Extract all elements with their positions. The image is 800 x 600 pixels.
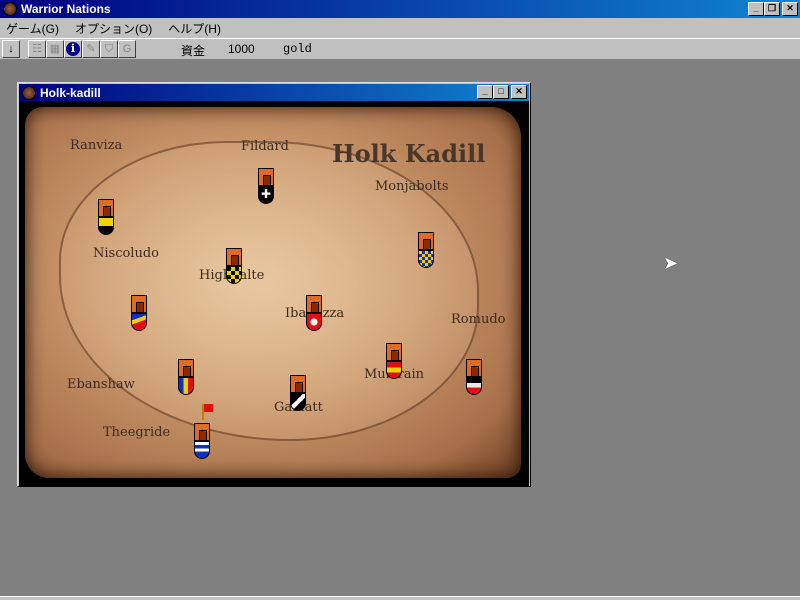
restore-button[interactable]: ❐ — [764, 2, 780, 16]
region-label[interactable]: Romudo — [451, 312, 505, 327]
app-titlebar: Warrior Nations _ ❐ ✕ — [0, 0, 800, 18]
castle-mulerain[interactable] — [385, 343, 403, 381]
hand-button[interactable]: G — [118, 40, 136, 58]
shield-button[interactable]: ⛉ — [100, 40, 118, 58]
player-flag-icon — [202, 404, 214, 420]
status-bar — [0, 596, 800, 600]
region-label[interactable]: Niscoludo — [93, 246, 159, 261]
map-close-button[interactable]: ✕ — [511, 85, 527, 99]
info-button[interactable]: i — [64, 40, 82, 58]
menu-help[interactable]: ヘルプ(H) — [162, 20, 227, 37]
map-window-title: Holk-kadill — [40, 85, 101, 100]
menu-game[interactable]: ゲーム(G) — [0, 20, 65, 37]
diplomacy-button[interactable]: ✎ — [82, 40, 100, 58]
app-title: Warrior Nations — [21, 2, 111, 16]
mouse-cursor-icon: ➤ — [663, 253, 679, 273]
map-window-titlebar[interactable]: Holk-kadill _ □ ✕ — [19, 84, 529, 101]
castle-romudo[interactable] — [465, 359, 483, 397]
castle-highdalte[interactable] — [225, 248, 243, 286]
map-title: Holk Kadill — [332, 139, 486, 168]
minimize-button[interactable]: _ — [748, 2, 764, 16]
castle-fildard[interactable]: ✚ — [257, 168, 275, 206]
grid-button[interactable]: ▦ — [46, 40, 64, 58]
money-unit: gold — [283, 42, 312, 56]
region-label[interactable]: Ranviza — [70, 138, 122, 153]
tree-button[interactable]: ☷ — [28, 40, 46, 58]
castle-ebanshaw[interactable] — [177, 359, 195, 397]
castle-niscoludo[interactable] — [130, 295, 148, 333]
menubar: ゲーム(G) オプション(O) ヘルプ(H) — [0, 18, 800, 38]
app-icon[interactable] — [3, 2, 17, 16]
money-label: 資金 — [181, 44, 206, 58]
toolbar: ↓ ☷ ▦ i ✎ ⛉ G — [0, 38, 800, 60]
money-value: 1000 — [228, 42, 255, 56]
map-maximize-button[interactable]: □ — [493, 85, 509, 99]
region-label[interactable]: Monjabolts — [375, 179, 449, 194]
castle-monjabolts[interactable] — [417, 232, 435, 270]
map-window: Holk-kadill _ □ ✕ Holk Kadill Ranviza Fi… — [17, 82, 531, 487]
castle-galliatt[interactable] — [289, 375, 307, 413]
map-minimize-button[interactable]: _ — [477, 85, 493, 99]
castle-ibamizza[interactable] — [305, 295, 323, 333]
world-map[interactable]: Holk Kadill Ranviza Fildard Monjabolts N… — [19, 101, 529, 486]
down-arrow-button[interactable]: ↓ — [2, 40, 20, 58]
castle-ranviza[interactable] — [97, 199, 115, 237]
region-label[interactable]: Ebanshaw — [67, 377, 135, 392]
region-label[interactable]: Fildard — [241, 139, 289, 154]
menu-options[interactable]: オプション(O) — [69, 20, 158, 37]
close-button[interactable]: ✕ — [782, 2, 798, 16]
window-icon[interactable] — [22, 85, 36, 100]
castle-theegride[interactable] — [193, 423, 211, 461]
region-label[interactable]: Theegride — [103, 425, 170, 440]
